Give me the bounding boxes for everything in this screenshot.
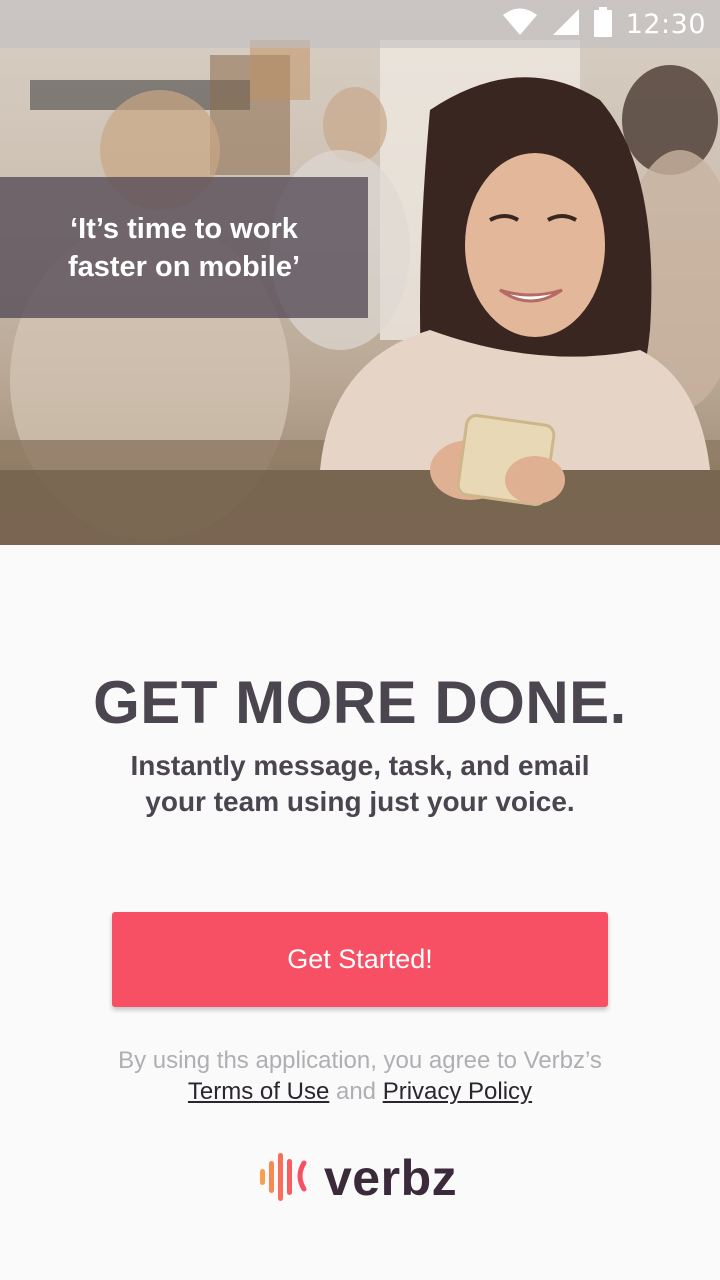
legal-prefix: By using ths application, you agree to V… [118, 1047, 602, 1074]
quote-text: ‘It’s time to work faster on mobile’ [34, 210, 334, 286]
legal-notice: By using ths application, you agree to V… [40, 1045, 680, 1107]
battery-icon [593, 7, 612, 41]
terms-of-use-link[interactable]: Terms of Use [188, 1078, 329, 1105]
brand-logo: verbz [258, 1148, 457, 1208]
signal-icon [552, 8, 580, 40]
get-started-button[interactable]: Get Started! [112, 912, 608, 1007]
quote-line-1: ‘It’s time to work [70, 212, 298, 245]
subheadline: Instantly message, task, and email your … [100, 748, 620, 820]
status-bar: 12:30 [0, 0, 720, 48]
privacy-policy-link[interactable]: Privacy Policy [383, 1078, 532, 1105]
sound-wave-icon [258, 1149, 312, 1207]
wifi-icon [502, 8, 538, 40]
subheadline-line-2: your team using just your voice. [145, 786, 575, 817]
subheadline-line-1: Instantly message, task, and email [130, 750, 590, 781]
page-title: GET MORE DONE. [93, 669, 627, 736]
status-time: 12:30 [625, 8, 706, 40]
quote-line-2: faster on mobile’ [67, 250, 301, 283]
status-icons: 12:30 [502, 0, 706, 48]
quote-card: ‘It’s time to work faster on mobile’ [0, 177, 368, 318]
legal-links: Terms of Use and Privacy Policy [40, 1076, 680, 1107]
welcome-screen: 12:30 ‘It’s time to work faster on mobil… [0, 0, 720, 1280]
legal-conjunction: and [335, 1078, 377, 1105]
logo-wordmark: verbz [324, 1150, 458, 1206]
